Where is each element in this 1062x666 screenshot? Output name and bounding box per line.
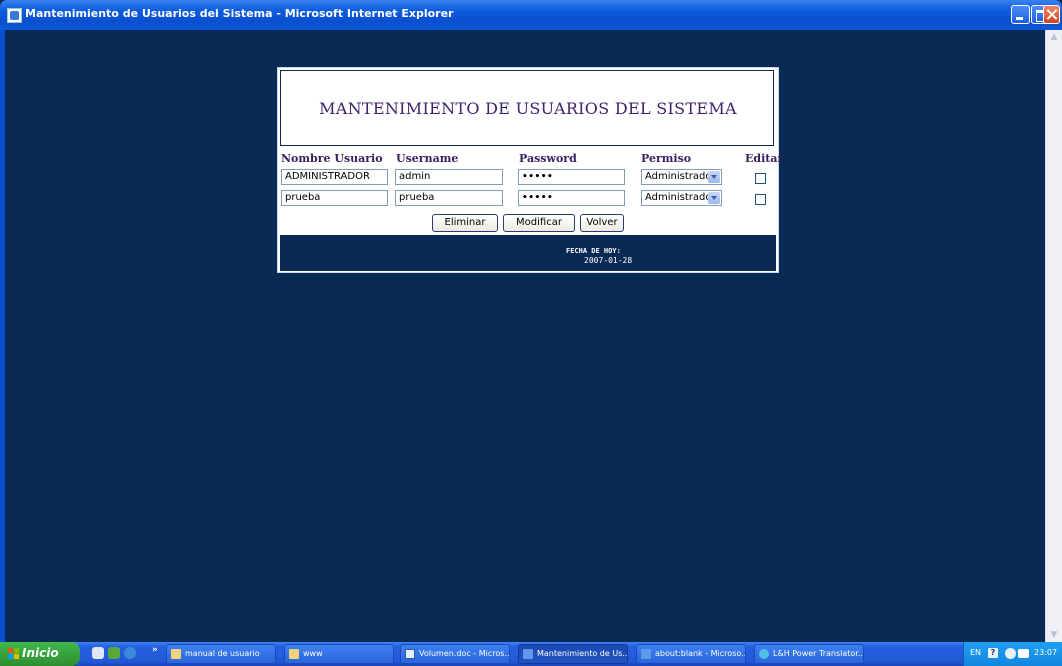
column-header-permiso: Permiso <box>641 152 692 165</box>
minimize-button[interactable] <box>1011 5 1030 24</box>
scroll-down-icon[interactable]: ▼ <box>1047 628 1061 642</box>
start-label: Inicio <box>22 646 59 660</box>
volver-button[interactable]: Volver <box>580 214 624 232</box>
close-button[interactable] <box>1043 5 1060 24</box>
word-doc-icon <box>405 649 415 659</box>
network-icon[interactable] <box>1018 649 1029 658</box>
ie-window-icon <box>523 649 533 659</box>
column-header-username: Username <box>396 152 459 165</box>
permiso-select-value: Administrador <box>645 192 716 203</box>
vertical-scrollbar[interactable]: ▲ ▼ <box>1045 30 1062 642</box>
taskbar: Inicio » manual de usuario www Volumen.d… <box>0 642 1062 666</box>
chevron-down-icon[interactable] <box>708 192 720 204</box>
date-label: FECHA DE HOY: <box>566 247 621 255</box>
modificar-button[interactable]: Modificar <box>503 214 575 232</box>
nombre-usuario-input[interactable]: prueba <box>281 190 388 206</box>
window-title: Mantenimiento de Usuarios del Sistema - … <box>25 7 454 20</box>
task-www[interactable]: www <box>284 644 394 664</box>
permiso-select-value: Administrador <box>645 171 716 182</box>
help-icon[interactable]: ? <box>988 648 998 658</box>
ie-quicklaunch-icon[interactable] <box>124 647 136 659</box>
password-input[interactable]: ••••• <box>518 190 625 206</box>
nombre-usuario-input[interactable]: ADMINISTRADOR <box>281 169 388 185</box>
username-input[interactable]: admin <box>395 169 503 185</box>
column-header-editar: Editar <box>745 152 784 165</box>
permiso-select[interactable]: Administrador <box>641 190 722 206</box>
eliminar-button[interactable]: Eliminar <box>432 214 498 232</box>
column-header-password: Password <box>519 152 577 165</box>
task-volumen-doc[interactable]: Volumen.doc - Micros... <box>400 644 510 664</box>
scroll-up-icon[interactable]: ▲ <box>1047 30 1061 44</box>
folder-icon <box>289 649 299 659</box>
quicklaunch-more-icon[interactable]: » <box>152 645 158 655</box>
editar-checkbox[interactable] <box>755 194 766 205</box>
folder-icon <box>171 649 181 659</box>
date-value: 2007-01-28 <box>584 256 633 265</box>
username-input[interactable]: prueba <box>395 190 503 206</box>
task-power-translator[interactable]: L&H Power Translator... <box>754 644 864 664</box>
footer-bar: FECHA DE HOY: 2007-01-28 <box>280 235 776 271</box>
password-input[interactable]: ••••• <box>518 169 625 185</box>
chevron-down-icon[interactable] <box>708 171 720 183</box>
task-about-blank[interactable]: about:blank - Microso... <box>636 644 746 664</box>
volume-icon[interactable] <box>1005 648 1016 659</box>
translator-icon <box>759 649 769 659</box>
language-indicator[interactable]: EN <box>970 648 981 657</box>
header-box: MANTENIMIENTO DE USUARIOS DEL SISTEMA <box>280 70 774 146</box>
task-manual-de-usuario[interactable]: manual de usuario <box>166 644 276 664</box>
ie-window-icon <box>641 649 651 659</box>
start-button[interactable]: Inicio <box>0 642 80 666</box>
column-header-nombre: Nombre Usuario <box>281 152 383 165</box>
permiso-select[interactable]: Administrador <box>641 169 722 185</box>
editar-checkbox[interactable] <box>755 173 766 184</box>
ie-window-icon <box>7 8 22 23</box>
windows-flag-icon <box>8 648 20 660</box>
user-maintenance-panel: MANTENIMIENTO DE USUARIOS DEL SISTEMA No… <box>277 67 783 273</box>
media-quicklaunch-icon[interactable] <box>108 647 120 659</box>
clock: 23:07 <box>1034 648 1058 657</box>
title-bar: Mantenimiento de Usuarios del Sistema - … <box>0 0 1062 30</box>
browser-quicklaunch-icon[interactable] <box>92 647 104 659</box>
page-title: MANTENIMIENTO DE USUARIOS DEL SISTEMA <box>319 99 737 118</box>
task-mantenimiento[interactable]: Mantenimiento de Us... <box>518 644 628 664</box>
system-tray: EN ? 23:07 <box>963 642 1062 666</box>
